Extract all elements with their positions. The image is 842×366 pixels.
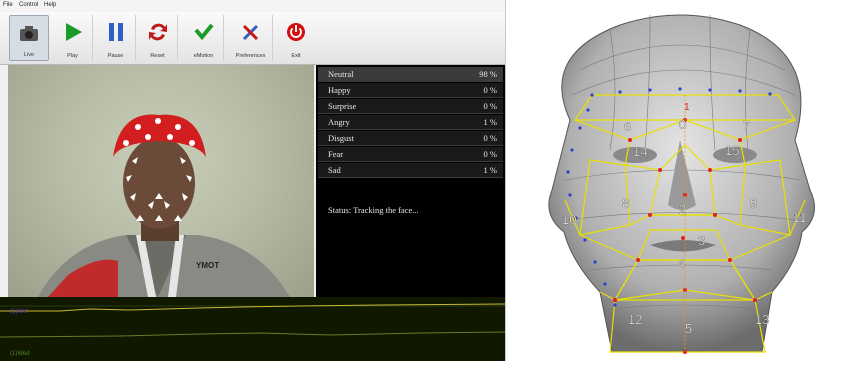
pause-button[interactable]: Pause xyxy=(96,15,136,61)
toolbar: Live Play Pause Reset eMotion Preference… xyxy=(0,12,505,65)
pause-icon xyxy=(108,23,123,41)
emotion-button[interactable]: eMotion xyxy=(184,15,224,61)
emotion-row-disgust: Disgust 0 % xyxy=(318,131,503,146)
menu-bar: File Control Help xyxy=(0,0,505,12)
region-label-1: 1 xyxy=(684,102,690,113)
emotion-app-window: File Control Help Live Play Pause Reset … xyxy=(0,0,506,361)
emotion-row-happy: Happy 0 % xyxy=(318,83,503,98)
camera-icon xyxy=(20,26,38,41)
webcam-video-feed: YMOT xyxy=(8,65,314,297)
emotion-check-icon xyxy=(193,23,214,41)
region-label-5: 5 xyxy=(685,321,692,336)
emotion-row-sad: Sad 1 % xyxy=(318,163,503,178)
face-mesh-model: 0 2 3 4 5 6 7 8 9 10 11 12 13 14 15 1 xyxy=(510,0,842,361)
region-label-13: 13 xyxy=(755,312,769,327)
shirt-text: YMOT xyxy=(196,261,219,270)
region-label-9: 9 xyxy=(750,196,757,211)
graph-label-bottom: (1)Wed xyxy=(10,351,30,357)
live-button[interactable]: Live xyxy=(9,15,49,61)
tracking-status: Status: Tracking the face... xyxy=(328,205,419,215)
emotion-row-surprise: Surprise 0 % xyxy=(318,99,503,114)
play-button[interactable]: Play xyxy=(53,15,93,61)
emotion-panel: Neutral 98 % Happy 0 % Surprise 0 % Angr… xyxy=(316,65,505,297)
reset-button[interactable]: Reset xyxy=(138,15,178,61)
emotion-row-fear: Fear 0 % xyxy=(318,147,503,162)
menu-help[interactable]: Help xyxy=(44,2,56,8)
region-label-8: 8 xyxy=(622,196,629,211)
region-label-11: 11 xyxy=(793,210,807,225)
preferences-icon xyxy=(242,24,258,41)
menu-control[interactable]: Control xyxy=(19,2,38,8)
region-label-15: 15 xyxy=(725,143,739,158)
preferences-button[interactable]: Preferences xyxy=(229,15,273,61)
menu-file[interactable]: File xyxy=(3,2,13,8)
reset-icon xyxy=(148,23,167,41)
region-label-7: 7 xyxy=(743,118,750,133)
region-label-12: 12 xyxy=(628,312,642,327)
exit-button[interactable]: Exit xyxy=(276,15,316,61)
emotion-graph-panel: (1)Wst (1)Wed xyxy=(0,297,506,361)
face-tracking-view: YMOT xyxy=(38,114,290,297)
region-label-2: 2 xyxy=(679,202,686,217)
region-label-3: 3 xyxy=(698,233,705,248)
emotion-graph: (1)Wst (1)Wed xyxy=(0,303,506,357)
power-icon xyxy=(287,23,305,41)
region-label-6: 6 xyxy=(624,119,631,134)
region-label-14: 14 xyxy=(633,144,647,159)
graph-label-top: (1)Wst xyxy=(10,309,28,315)
region-label-4: 4 xyxy=(678,256,685,271)
play-icon xyxy=(65,23,82,41)
emotion-row-angry: Angry 1 % xyxy=(318,115,503,130)
region-label-10: 10 xyxy=(562,212,576,227)
region-label-0: 0 xyxy=(679,117,686,132)
emotion-row-neutral: Neutral 98 % xyxy=(318,67,503,82)
